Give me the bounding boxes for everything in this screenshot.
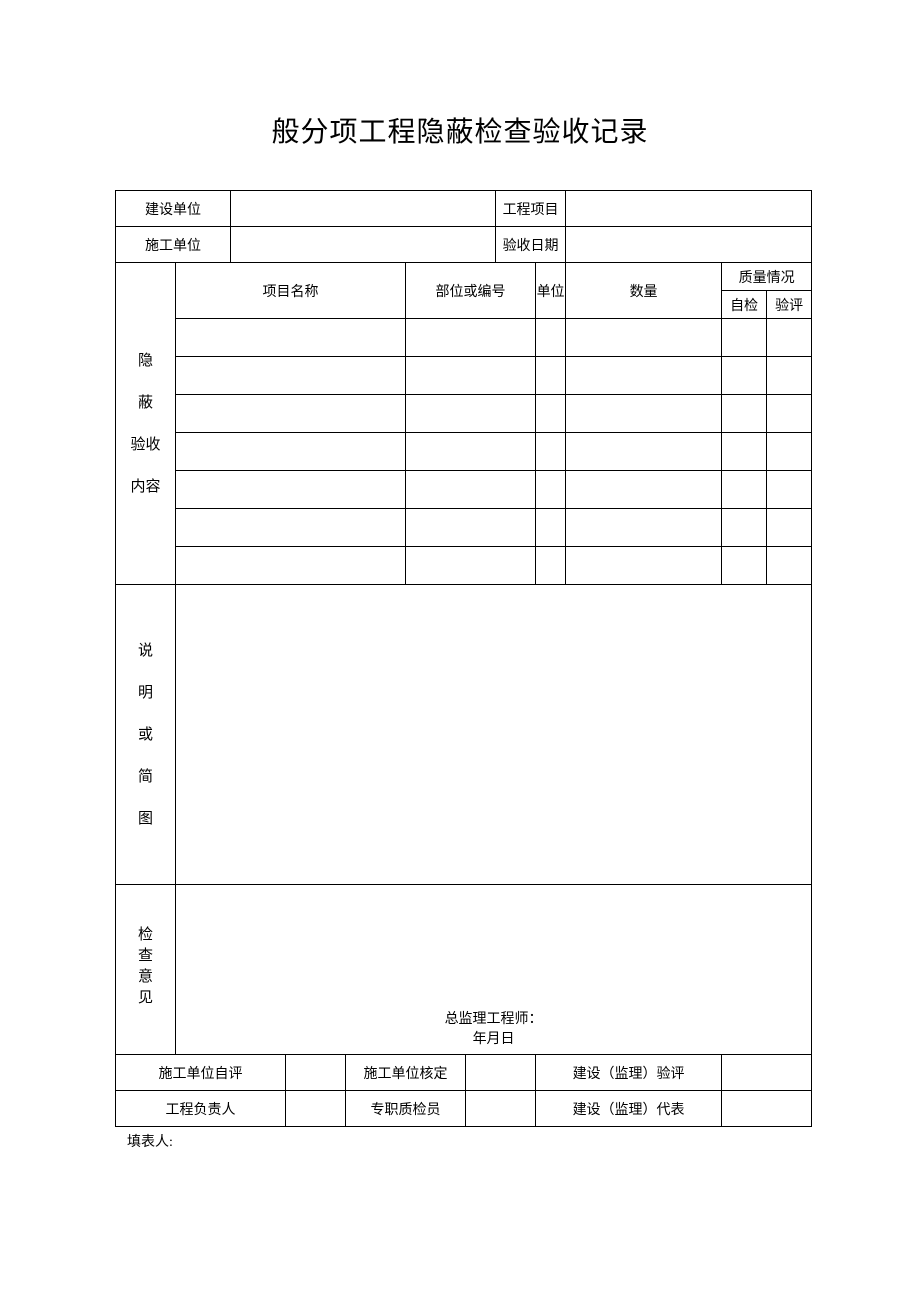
project-leader-value: [286, 1091, 346, 1127]
table-cell: [767, 509, 812, 547]
table-cell: [566, 509, 722, 547]
table-cell: [536, 547, 566, 585]
table-cell: [767, 319, 812, 357]
col-part-or-no: 部位或编号: [406, 263, 536, 319]
date-label: 年月日: [176, 1028, 811, 1048]
hidden-accept-content-label: 隐蔽验收内容: [116, 263, 176, 585]
table-cell: [722, 319, 767, 357]
col-quantity: 数量: [566, 263, 722, 319]
table-cell: [176, 395, 406, 433]
table-cell: [722, 509, 767, 547]
table-cell: [767, 471, 812, 509]
inspection-opinion-content: 总监理工程师： 年月日: [176, 885, 812, 1055]
col-unit: 单位: [536, 263, 566, 319]
contractor-verify-label: 施工单位核定: [346, 1055, 466, 1091]
table-cell: [536, 433, 566, 471]
table-cell: [767, 395, 812, 433]
accept-date-value: [566, 227, 812, 263]
contractor-self-eval-label: 施工单位自评: [116, 1055, 286, 1091]
table-cell: [176, 433, 406, 471]
table-cell: [722, 471, 767, 509]
col-quality: 质量情况: [722, 263, 812, 291]
col-item-name: 项目名称: [176, 263, 406, 319]
project-label: 工程项目: [496, 191, 566, 227]
table-cell: [767, 547, 812, 585]
table-cell: [406, 433, 536, 471]
owner-supervision-eval-value: [722, 1055, 812, 1091]
table-cell: [767, 433, 812, 471]
owner-supervision-eval-label: 建设（监理）验评: [536, 1055, 722, 1091]
page-title: 般分项工程隐蔽检查验收记录: [115, 110, 805, 150]
qc-inspector-value: [466, 1091, 536, 1127]
col-selfcheck: 自检: [722, 291, 767, 319]
owner-supervision-rep-label: 建设（监理）代表: [536, 1091, 722, 1127]
inspection-opinion-label: 检查意见: [116, 885, 176, 1055]
owner-supervision-rep-value: [722, 1091, 812, 1127]
form-filler-label: 填表人:: [127, 1131, 805, 1151]
table-cell: [722, 395, 767, 433]
table-cell: [566, 357, 722, 395]
side-label-text: 隐: [138, 353, 153, 369]
table-cell: [176, 357, 406, 395]
table-cell: [722, 433, 767, 471]
table-cell: [536, 471, 566, 509]
table-cell: [536, 395, 566, 433]
contractor-self-eval-value: [286, 1055, 346, 1091]
table-cell: [406, 395, 536, 433]
table-cell: [406, 547, 536, 585]
table-cell: [536, 319, 566, 357]
table-cell: [566, 395, 722, 433]
contractor-label: 施工单位: [116, 227, 231, 263]
table-cell: [566, 471, 722, 509]
contractor-verify-value: [466, 1055, 536, 1091]
qc-inspector-label: 专职质检员: [346, 1091, 466, 1127]
table-cell: [176, 471, 406, 509]
construction-unit-label: 建设单位: [116, 191, 231, 227]
table-cell: [722, 357, 767, 395]
contractor-value: [231, 227, 496, 263]
table-cell: [722, 547, 767, 585]
table-cell: [536, 509, 566, 547]
table-cell: [566, 547, 722, 585]
description-diagram-label: 说明或简图: [116, 585, 176, 885]
table-cell: [566, 319, 722, 357]
project-leader-label: 工程负责人: [116, 1091, 286, 1127]
chief-engineer-label: 总监理工程师：: [176, 1008, 811, 1028]
table-cell: [176, 509, 406, 547]
project-value: [566, 191, 812, 227]
col-review: 验评: [767, 291, 812, 319]
table-cell: [406, 509, 536, 547]
table-cell: [176, 547, 406, 585]
table-cell: [176, 319, 406, 357]
accept-date-label: 验收日期: [496, 227, 566, 263]
table-cell: [566, 433, 722, 471]
table-cell: [406, 471, 536, 509]
table-cell: [406, 319, 536, 357]
description-diagram-content: [176, 585, 812, 885]
form-table: 建设单位 工程项目 施工单位 验收日期 隐蔽验收内容 项目名称 部位或编号 单位…: [115, 190, 812, 1127]
table-cell: [767, 357, 812, 395]
table-cell: [406, 357, 536, 395]
table-cell: [536, 357, 566, 395]
construction-unit-value: [231, 191, 496, 227]
